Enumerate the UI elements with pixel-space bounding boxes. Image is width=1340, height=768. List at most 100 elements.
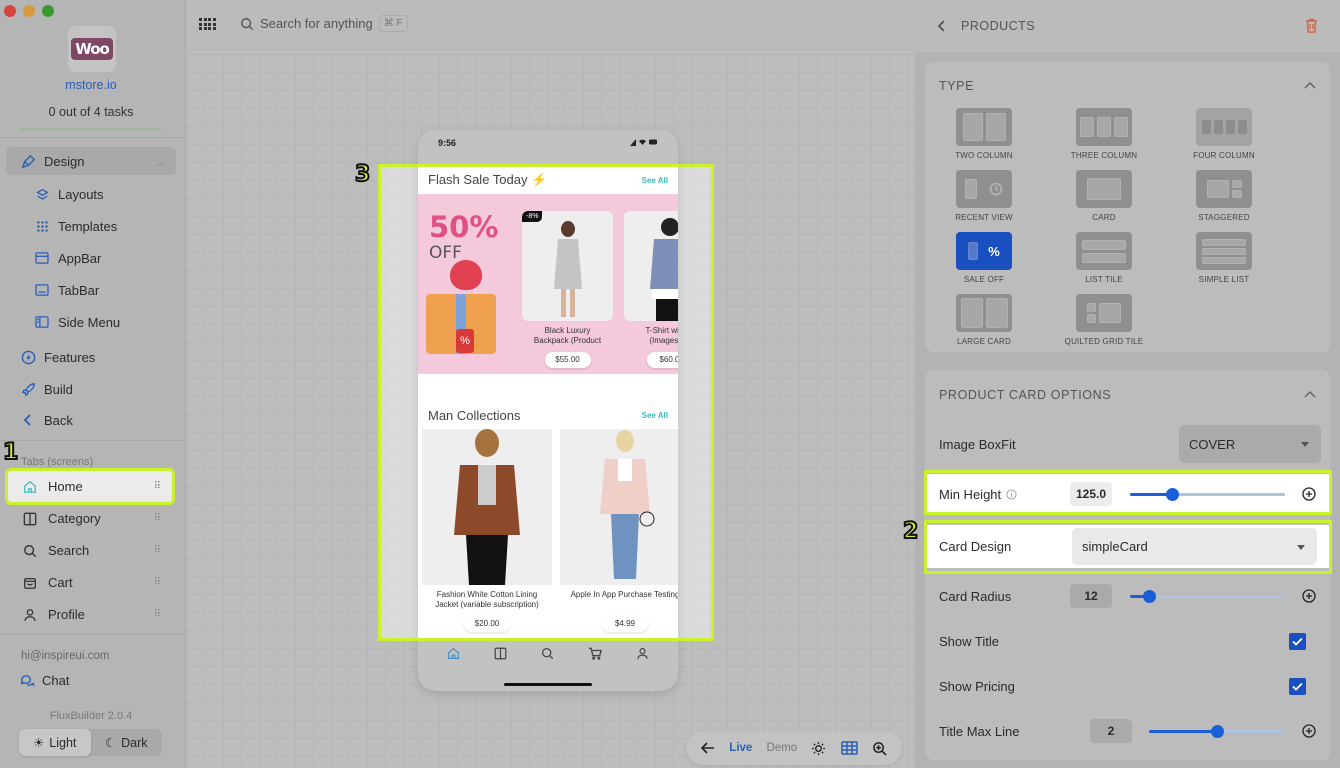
promo-percent: 50% — [429, 210, 499, 244]
info-icon[interactable] — [1006, 488, 1017, 500]
drag-handle-icon[interactable]: ⠿ — [154, 577, 161, 588]
demo-mode-button[interactable]: Demo — [767, 742, 798, 754]
close-window-button[interactable] — [4, 5, 16, 17]
theme-light-option[interactable]: ☀ Light — [19, 729, 91, 756]
brightness-icon[interactable] — [811, 741, 826, 756]
phone-screen[interactable]: Flash Sale Today ⚡ See All 50% OFF % -8%… — [418, 166, 678, 638]
add-circle-icon[interactable] — [1302, 487, 1316, 501]
search-icon[interactable] — [541, 647, 554, 660]
man-collections-see-all[interactable]: See All — [642, 411, 668, 420]
chevron-up-icon[interactable] — [1304, 390, 1316, 398]
theme-toggle[interactable]: ☀ Light ☾ Dark — [19, 729, 162, 756]
title-max-line-input[interactable]: 2 — [1090, 719, 1132, 743]
flash-sale-banner[interactable]: 50% OFF % -8% Black Luxury Backpack (Pro… — [418, 194, 678, 374]
store-name-link[interactable]: mstore.io — [0, 78, 182, 92]
tasks-counter[interactable]: 0 out of 4 tasks — [0, 105, 182, 119]
user-icon[interactable] — [636, 647, 649, 660]
sidebar-item-features[interactable]: Features — [6, 343, 176, 371]
tab-screen-category[interactable]: Category ⠿ — [8, 503, 172, 534]
drag-handle-icon[interactable]: ⠿ — [154, 545, 161, 556]
flash-product-card[interactable]: T-Shirt with N (Images Va $60.0 — [624, 211, 678, 368]
simple-list-icon — [1196, 232, 1252, 270]
phone-time: 9:56 — [438, 138, 457, 148]
type-option-two-column[interactable]: TWO COLUMN — [929, 108, 1039, 160]
flash-product-card[interactable]: -8% Black Luxury Backpack (Product $55.0… — [522, 211, 613, 368]
sidebar-item-templates[interactable]: Templates — [6, 212, 176, 240]
annotation-marker-1: 1 — [2, 439, 19, 466]
sidebar-item-back[interactable]: Back — [6, 406, 176, 434]
slider-fill — [1149, 729, 1217, 733]
three-column-icon — [1076, 108, 1132, 146]
tab-screen-profile[interactable]: Profile ⠿ — [8, 599, 172, 630]
global-search[interactable]: Search for anything ⌘ F — [240, 15, 408, 32]
apps-grid-icon[interactable] — [199, 18, 216, 30]
image-boxfit-select[interactable]: COVER — [1179, 425, 1321, 463]
type-option-recent-view[interactable]: RECENT VIEW — [929, 170, 1039, 222]
slider-thumb[interactable] — [1165, 487, 1179, 501]
drag-handle-icon[interactable]: ⠿ — [154, 609, 161, 620]
type-option-sale-off[interactable]: % SALE OFF — [929, 232, 1039, 284]
min-height-input[interactable]: 125.0 — [1070, 482, 1112, 506]
grid-toggle-icon[interactable] — [840, 741, 858, 755]
chevron-up-icon[interactable] — [1304, 81, 1316, 89]
woo-logo-text: Woo — [71, 38, 113, 60]
columns-icon[interactable] — [494, 647, 507, 660]
slider-thumb[interactable] — [1142, 589, 1156, 603]
tab-screen-search[interactable]: Search ⠿ — [8, 535, 172, 566]
card-radius-input[interactable]: 12 — [1070, 584, 1112, 608]
sidebar-item-layouts[interactable]: Layouts — [6, 180, 176, 208]
type-option-simple-list[interactable]: SIMPLE LIST — [1169, 232, 1279, 284]
add-circle-icon[interactable] — [1302, 724, 1316, 738]
preview-toolbar: Live Demo — [686, 731, 902, 765]
minimize-window-button[interactable] — [23, 5, 35, 17]
rocket-icon — [20, 381, 36, 397]
drag-handle-icon[interactable]: ⠿ — [154, 513, 161, 524]
sidebar-item-side-menu[interactable]: Side Menu — [6, 308, 176, 336]
arrow-left-icon[interactable] — [701, 742, 715, 754]
zoom-window-button[interactable] — [42, 5, 54, 17]
zoom-in-icon[interactable] — [872, 741, 887, 756]
card-design-select[interactable]: simpleCard — [1072, 528, 1317, 565]
caret-down-icon — [1297, 544, 1305, 550]
theme-dark-option[interactable]: ☾ Dark — [91, 729, 163, 756]
sidebar-item-build[interactable]: Build — [6, 375, 176, 403]
drag-handle-icon[interactable]: ⠿ — [154, 481, 161, 492]
store-logo[interactable]: Woo — [68, 26, 116, 72]
type-option-quilted-grid-tile[interactable]: QUILTED GRID TILE — [1049, 294, 1159, 346]
show-pricing-checkbox[interactable] — [1289, 677, 1306, 695]
type-option-list-tile[interactable]: LIST TILE — [1049, 232, 1159, 284]
tab-screen-cart[interactable]: Cart ⠿ — [8, 567, 172, 598]
type-option-three-column[interactable]: THREE COLUMN — [1049, 108, 1159, 160]
add-circle-icon[interactable] — [1302, 589, 1316, 603]
collection-product-card[interactable]: Apple In App Purchase Testing $4.99 — [560, 429, 678, 632]
sidebar-item-design[interactable]: Design ︿ — [6, 147, 176, 175]
title-max-line-slider[interactable] — [1149, 724, 1285, 738]
sidebar-item-appbar[interactable]: AppBar — [6, 244, 176, 272]
type-option-large-card[interactable]: LARGE CARD — [929, 294, 1039, 346]
type-option-staggered[interactable]: STAGGERED — [1169, 170, 1279, 222]
chat-label: Chat — [42, 673, 70, 688]
sidebar-item-tabbar[interactable]: TabBar — [6, 276, 176, 304]
flash-sale-see-all[interactable]: See All — [642, 176, 668, 185]
cart-icon[interactable] — [588, 647, 602, 660]
show-title-checkbox[interactable] — [1289, 632, 1306, 650]
show-pricing-label: Show Pricing — [939, 678, 1015, 694]
collection-product-card[interactable]: Fashion White Cotton Lining Jacket (vari… — [422, 429, 552, 632]
type-option-four-column[interactable]: FOUR COLUMN — [1169, 108, 1279, 160]
trash-icon[interactable] — [1305, 18, 1318, 33]
tab-screen-home[interactable]: Home ⠿ — [5, 468, 175, 505]
sidebar: Woo mstore.io 0 out of 4 tasks Design ︿ … — [0, 0, 186, 768]
card-radius-slider[interactable] — [1130, 589, 1285, 603]
slider-thumb[interactable] — [1211, 724, 1224, 738]
chat-link[interactable]: Chat — [20, 673, 69, 688]
product-price: $4.99 — [602, 616, 648, 632]
min-height-slider[interactable] — [1130, 487, 1285, 501]
type-option-card[interactable]: CARD — [1049, 170, 1159, 222]
card-icon — [1076, 170, 1132, 208]
type-option-label: SIMPLE LIST — [1198, 275, 1250, 284]
man-collections-section: Man Collections See All Fashion White Co… — [418, 401, 678, 632]
chevron-left-icon[interactable] — [937, 19, 947, 33]
live-mode-button[interactable]: Live — [729, 742, 752, 754]
card-radius-row: Card Radius 12 — [925, 576, 1330, 616]
home-icon[interactable] — [447, 647, 460, 660]
